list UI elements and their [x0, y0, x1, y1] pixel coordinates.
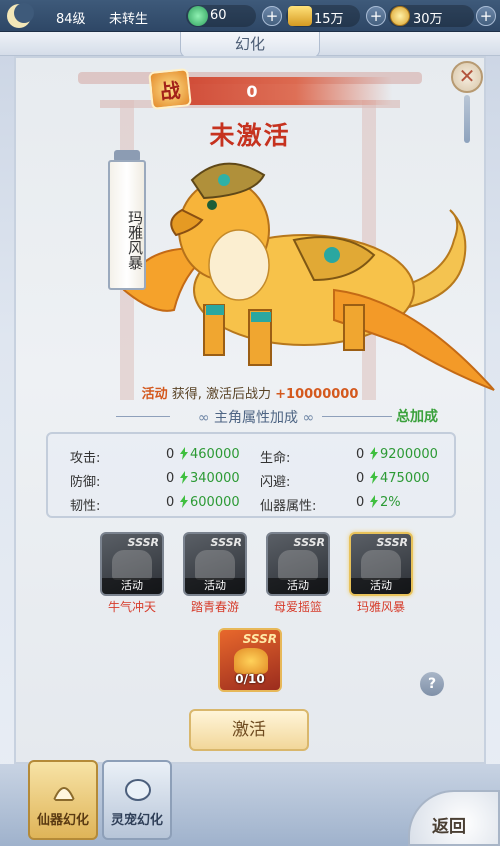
attr-artifact-bonus: 2% [370, 495, 401, 510]
card-tag: 活动 [351, 578, 411, 594]
card-tag: 活动 [102, 578, 162, 594]
attr-toughness-value: 0 [166, 495, 175, 510]
skin-card-3[interactable]: SSSR 活动 [266, 532, 330, 596]
skin-figure-icon [361, 550, 401, 580]
attr-dodge-label: 闪避: [260, 475, 291, 490]
bonus-arrow-icon [370, 447, 378, 460]
battle-power-icon: 战 [148, 68, 192, 110]
pet-icon [125, 779, 151, 801]
coin-icon [390, 6, 410, 26]
battle-power-value: 0 [246, 82, 258, 101]
gold-value: 15万 [314, 12, 344, 27]
attr-attack-value: 0 [166, 447, 175, 462]
attr-hp-label: 生命: [260, 451, 291, 466]
griffin-token-icon [234, 648, 268, 674]
gold-add-button[interactable]: + [366, 6, 386, 26]
page-title: 幻化 [180, 32, 320, 58]
attr-artifact-value: 0 [356, 495, 365, 510]
item-count: 0/10 [235, 672, 265, 686]
stamina-add-button[interactable]: + [262, 6, 282, 26]
obtain-bonus: +10000000 [275, 387, 359, 402]
skin-card-4-selected[interactable]: SSSR 活动 [349, 532, 413, 596]
skin-card-1-name: 牛气冲天 [107, 600, 156, 614]
tab-artifact-transform[interactable]: 仙器幻化 [28, 760, 98, 840]
attribute-heading: ∞ 主角属性加成 ∞ [197, 410, 315, 426]
skin-figure-icon [195, 550, 235, 580]
attr-artifact-label: 仙器属性: [260, 499, 317, 514]
stamina-icon [188, 6, 208, 26]
attr-hp-value: 0 [356, 447, 365, 462]
obtain-text: 获得, 激活后战力 [171, 387, 271, 402]
skin-card-2-name: 踏青春游 [190, 600, 239, 614]
bonus-arrow-icon [180, 471, 188, 484]
attr-attack-bonus: 460000 [180, 447, 240, 462]
obtain-info: 活动 获得, 激活后战力 +10000000 [98, 383, 402, 402]
back-label: 返回 [432, 817, 466, 837]
coin-add-button[interactable]: + [476, 6, 496, 26]
moon-avatar-icon[interactable] [4, 2, 34, 30]
attr-attack-label: 攻击: [70, 451, 101, 466]
rarity-badge: SSSR [127, 536, 159, 549]
bonus-arrow-icon [370, 471, 378, 484]
card-tag: 活动 [268, 578, 328, 594]
attr-dodge-value: 0 [356, 471, 365, 486]
skin-card-3-name: 母爱摇篮 [273, 600, 322, 614]
top-status-bar: 84级 未转生 60 + 15万 + 30万 + [0, 0, 500, 32]
skin-figure-icon [278, 550, 318, 580]
skin-card-2[interactable]: SSSR 活动 [183, 532, 247, 596]
activation-item-slot[interactable]: SSSR 0/10 [218, 628, 282, 692]
rarity-badge: SSSR [376, 536, 408, 549]
stamina-value: 60 [210, 8, 227, 23]
rarity-badge: SSSR [293, 536, 325, 549]
attr-dodge-bonus: 475000 [370, 471, 430, 486]
artifact-icon [52, 787, 76, 801]
skin-card-4-name: 玛雅风暴 [356, 600, 405, 614]
attr-toughness-bonus: 600000 [180, 495, 240, 510]
attr-hp-bonus: 9200000 [370, 447, 438, 462]
skin-figure-icon [112, 550, 152, 580]
pet-name-scroll: 玛雅风暴 [108, 160, 146, 290]
rebirth-status: 未转生 [109, 12, 149, 27]
card-tag: 活动 [185, 578, 245, 594]
help-button[interactable]: ? [420, 672, 444, 696]
attr-toughness-label: 韧性: [70, 499, 101, 514]
player-level: 84级 [56, 12, 86, 27]
close-button[interactable]: ✕ [451, 61, 483, 93]
attr-defense-label: 防御: [70, 475, 101, 490]
attr-defense-bonus: 340000 [180, 471, 240, 486]
item-rarity-badge: SSSR [242, 632, 277, 646]
tab-artifact-label: 仙器幻化 [36, 813, 89, 828]
coin-value: 30万 [413, 12, 443, 27]
obtain-source[interactable]: 活动 [142, 387, 168, 402]
griffin-pet-illustration [122, 162, 495, 391]
bonus-arrow-icon [180, 447, 188, 460]
gold-ingot-icon [288, 6, 312, 26]
skin-card-1[interactable]: SSSR 活动 [100, 532, 164, 596]
bonus-arrow-icon [370, 495, 378, 508]
total-bonus-link[interactable]: 总加成 [396, 406, 438, 426]
attr-defense-value: 0 [166, 471, 175, 486]
bonus-arrow-icon [180, 495, 188, 508]
activate-button[interactable]: 激活 [189, 709, 309, 751]
tab-pet-transform[interactable]: 灵宠幻化 [102, 760, 172, 840]
rarity-badge: SSSR [210, 536, 242, 549]
tab-pet-label: 灵宠幻化 [110, 813, 163, 828]
close-button-tassel [464, 95, 470, 143]
